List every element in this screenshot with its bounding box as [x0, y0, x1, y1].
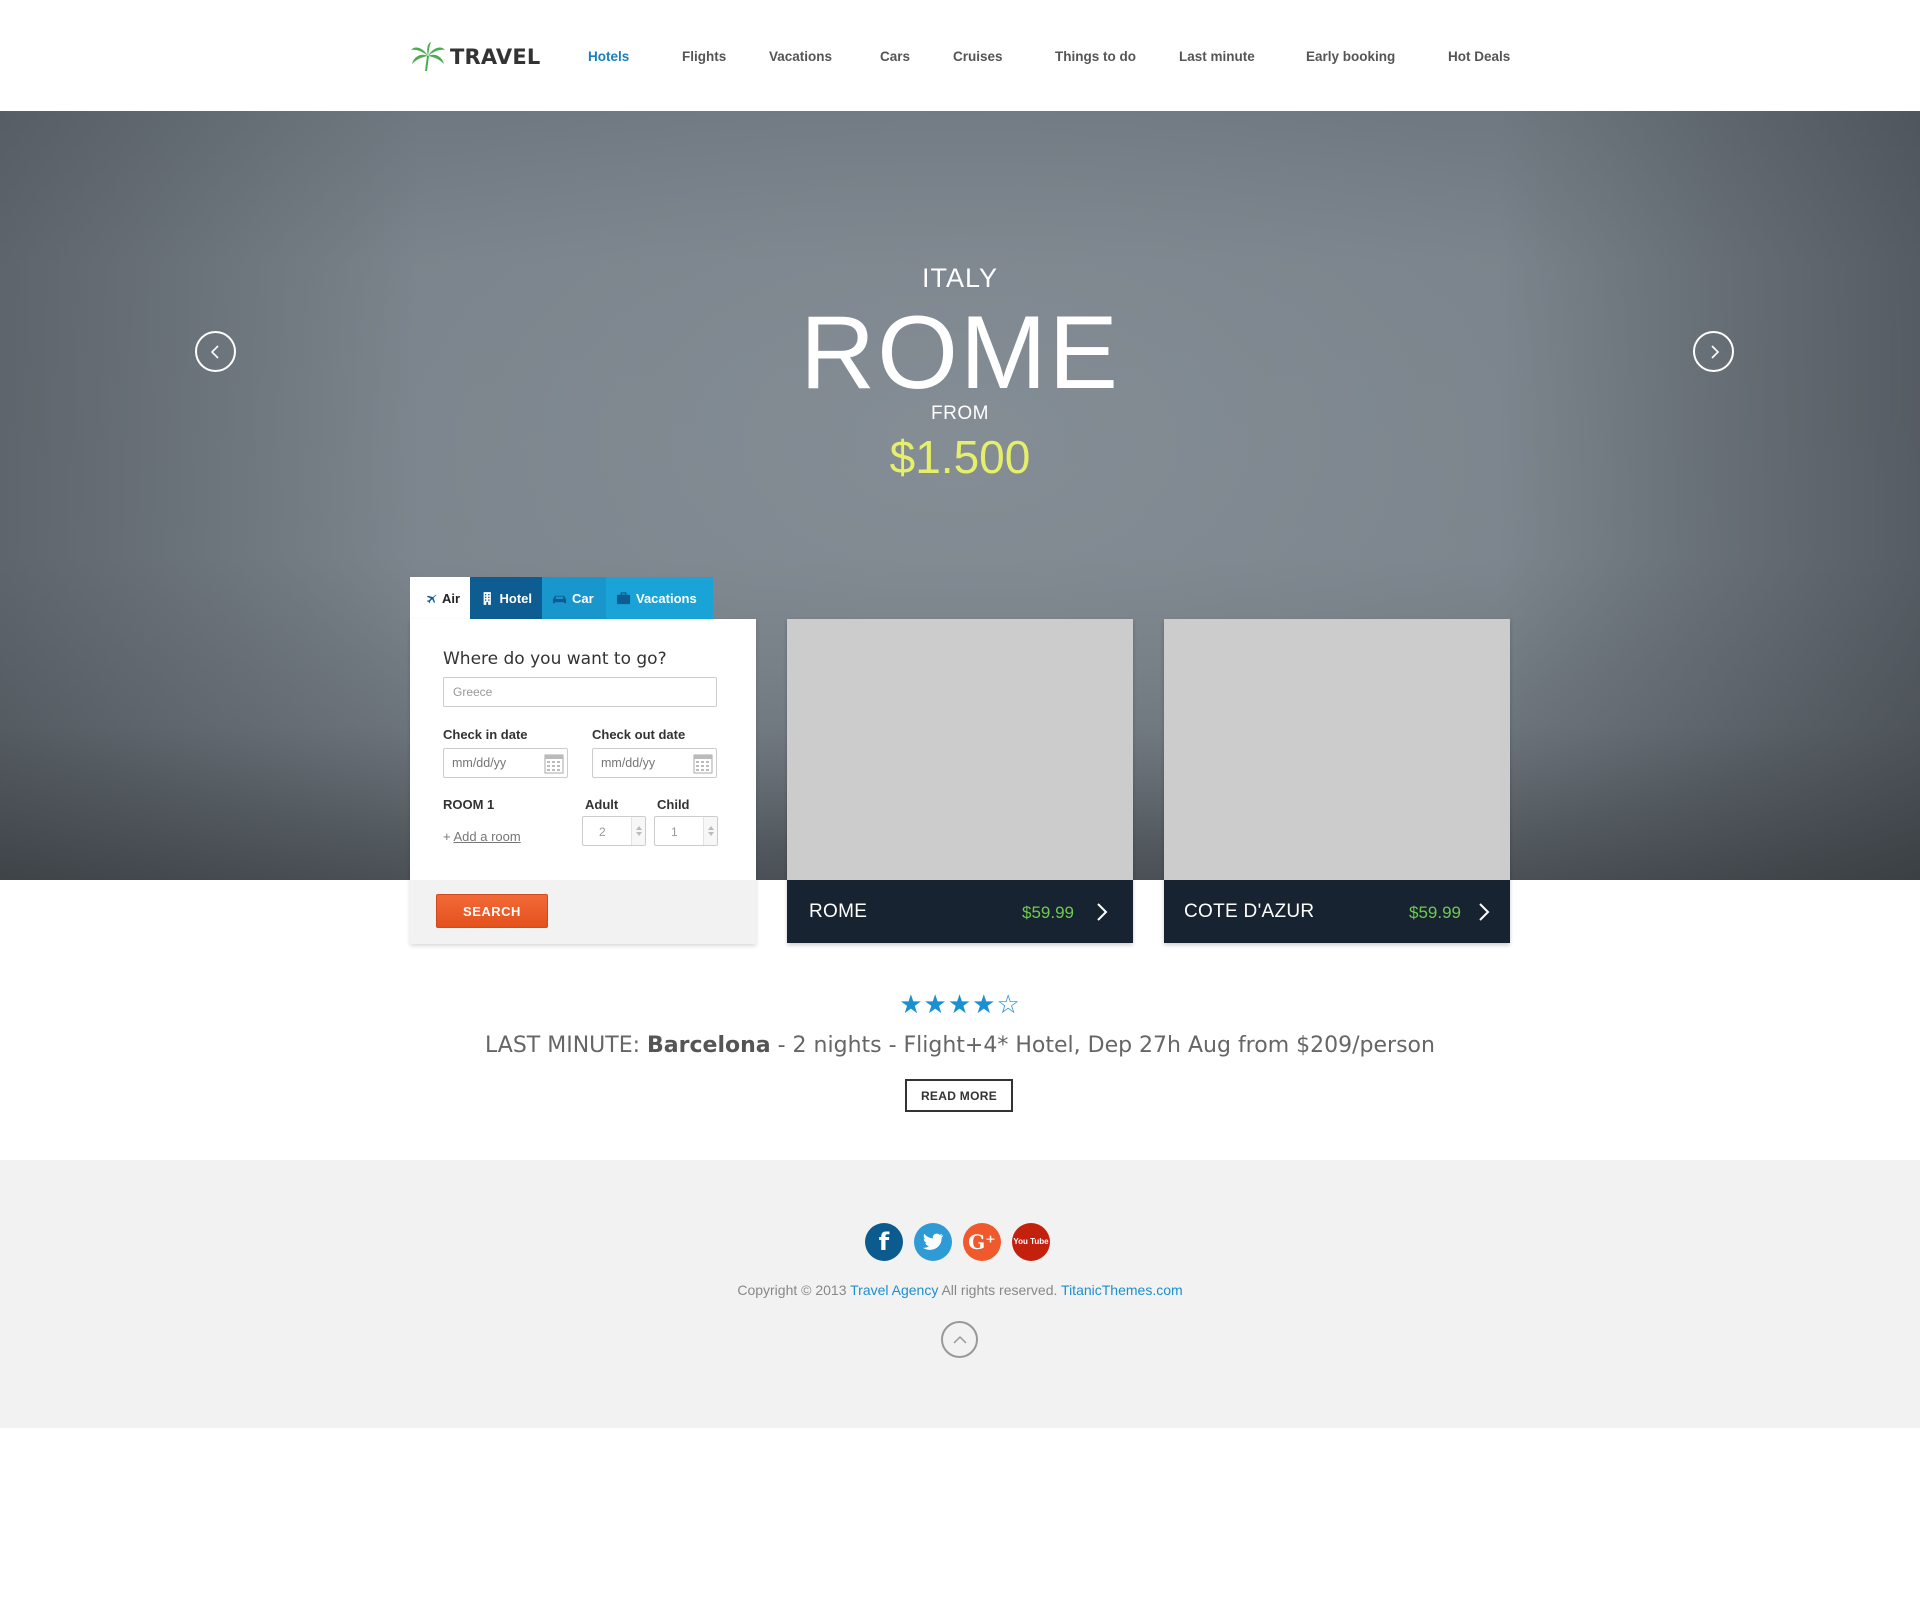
tab-air-label: Air: [441, 590, 460, 606]
adult-label: Adult: [585, 797, 619, 812]
check-in-input[interactable]: [444, 749, 534, 777]
deal-card-cote-dazur[interactable]: COTE D'AZUR $59.99: [1164, 619, 1510, 943]
deal-price: $59.99: [1409, 903, 1461, 922]
deal-name: COTE D'AZUR: [1184, 901, 1315, 922]
search-panel: Where do you want to go? Check in date C…: [410, 619, 756, 944]
child-label: Child: [657, 797, 690, 812]
agency-link[interactable]: Travel Agency: [850, 1282, 938, 1298]
nav-item-hotels[interactable]: Hotels: [588, 49, 629, 64]
slider-next-button[interactable]: [1693, 331, 1734, 372]
check-in-field[interactable]: [443, 748, 568, 778]
check-out-input[interactable]: [593, 749, 683, 777]
chevron-right-icon: [1710, 344, 1719, 359]
nav-item-cars[interactable]: Cars: [880, 49, 910, 64]
nav-item-hot-deals[interactable]: Hot Deals: [1448, 49, 1510, 64]
child-stepper[interactable]: 1: [654, 816, 718, 846]
slider-prev-button[interactable]: [195, 331, 236, 372]
twitter-bird-icon: [922, 1233, 943, 1250]
hero-from-label: FROM: [931, 403, 989, 424]
child-value: 1: [671, 825, 678, 839]
search-button[interactable]: SEARCH: [436, 894, 548, 928]
nav-item-early-booking[interactable]: Early booking: [1306, 49, 1395, 64]
search-question: Where do you want to go?: [443, 649, 667, 669]
twitter-icon[interactable]: [914, 1223, 952, 1261]
last-minute-prefix: LAST MINUTE:: [485, 1033, 641, 1058]
search-footer: SEARCH: [410, 880, 756, 944]
deal-image: [787, 619, 1133, 880]
hero-city: ROME: [800, 295, 1120, 411]
suitcase-icon: [616, 591, 631, 604]
plane-icon: [426, 593, 437, 603]
adult-value: 2: [599, 825, 606, 839]
facebook-icon[interactable]: f: [865, 1223, 903, 1261]
star-filled-icon: ★: [899, 990, 924, 1020]
star-filled-icon: ★: [923, 990, 948, 1020]
chevron-up-icon: [952, 1335, 967, 1344]
adult-stepper[interactable]: 2: [582, 816, 646, 846]
chevron-right-icon: [1097, 903, 1108, 921]
theme-link[interactable]: TitanicThemes.com: [1061, 1282, 1183, 1298]
nav-item-things-to-do[interactable]: Things to do: [1055, 49, 1136, 64]
youtube-icon[interactable]: You Tube: [1012, 1223, 1050, 1261]
chevron-right-icon: [1479, 903, 1490, 921]
last-minute-destination: Barcelona: [647, 1033, 771, 1058]
chevron-left-icon: [210, 344, 219, 359]
tab-car[interactable]: Car: [542, 577, 606, 619]
last-minute-details: - 2 nights - Flight+4* Hotel, Dep 27h Au…: [777, 1033, 1435, 1058]
read-more-button[interactable]: READ MORE: [905, 1079, 1013, 1112]
calendar-icon[interactable]: [544, 752, 564, 774]
nav-item-flights[interactable]: Flights: [682, 49, 726, 64]
calendar-icon[interactable]: [693, 752, 713, 774]
tab-vacations-label: Vacations: [636, 590, 697, 606]
nav-item-cruises[interactable]: Cruises: [953, 49, 1003, 64]
tab-hotel-label: Hotel: [499, 590, 533, 606]
stepper-arrows-icon[interactable]: [631, 817, 645, 845]
stepper-arrows-icon[interactable]: [703, 817, 717, 845]
hero-price: $1.500: [889, 431, 1031, 483]
nav-item-last-minute[interactable]: Last minute: [1179, 49, 1255, 64]
add-room-link[interactable]: + Add a room: [443, 829, 521, 844]
check-out-field[interactable]: [592, 748, 717, 778]
main-nav: Hotels Flights Vacations Cars Cruises Th…: [0, 49, 1920, 69]
room-label: ROOM 1: [443, 797, 495, 812]
deal-image: [1164, 619, 1510, 880]
site-header: TRAVEL Hotels Flights Vacations Cars Cru…: [0, 0, 1920, 111]
add-room-label: Add a room: [453, 829, 521, 844]
destination-input[interactable]: [443, 677, 717, 707]
tab-hotel[interactable]: Hotel: [470, 577, 542, 619]
nav-item-vacations[interactable]: Vacations: [769, 49, 832, 64]
tab-air[interactable]: Air: [410, 577, 470, 619]
deal-bar: COTE D'AZUR $59.99: [1164, 880, 1510, 943]
back-to-top-button[interactable]: [941, 1321, 978, 1358]
deal-name: ROME: [809, 901, 868, 922]
check-in-label: Check in date: [443, 727, 528, 742]
rating-stars: ★★★★☆: [0, 990, 1920, 1020]
check-out-label: Check out date: [592, 727, 686, 742]
star-filled-icon: ★: [947, 990, 973, 1020]
deal-bar: ROME $59.99: [787, 880, 1133, 943]
google-plus-icon[interactable]: G⁺: [963, 1223, 1001, 1261]
deal-card-rome[interactable]: ROME $59.99: [787, 619, 1133, 943]
search-tabs: Air Hotel Car Vacations: [410, 577, 713, 619]
last-minute-offer: LAST MINUTE: Barcelona - 2 nights - Flig…: [0, 1033, 1920, 1058]
star-empty-icon: ☆: [996, 990, 1021, 1020]
tab-car-label: Car: [572, 590, 594, 606]
car-icon: [552, 595, 567, 603]
hero-country: ITALY: [921, 263, 999, 293]
tab-vacations[interactable]: Vacations: [606, 577, 713, 619]
building-icon: [483, 591, 491, 605]
deal-price: $59.99: [1022, 903, 1074, 922]
site-footer: f G⁺ You Tube Copyright © 2013 Travel Ag…: [0, 1160, 1920, 1428]
social-links: f G⁺ You Tube: [865, 1223, 1050, 1261]
copyright: Copyright © 2013 Travel Agency All right…: [737, 1282, 1183, 1298]
star-filled-icon: ★: [972, 990, 997, 1020]
